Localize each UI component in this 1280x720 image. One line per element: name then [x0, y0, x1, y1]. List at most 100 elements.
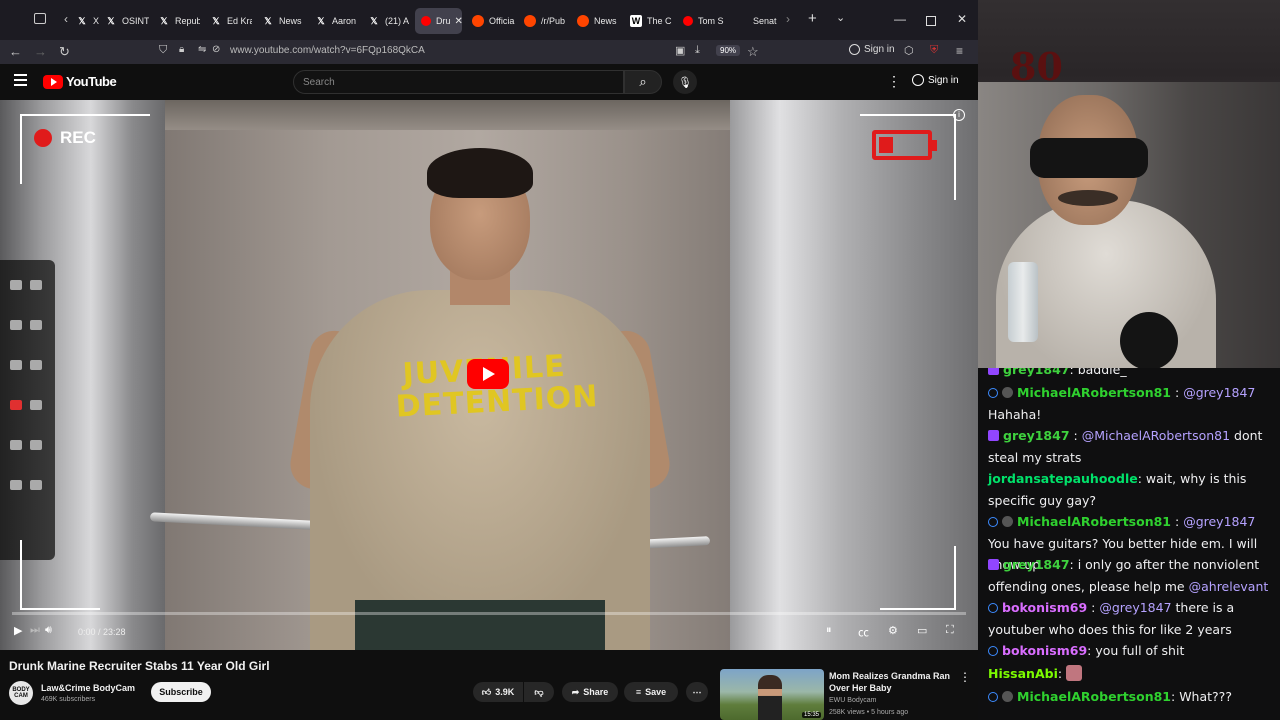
- channel-avatar[interactable]: BODY CAM: [9, 681, 33, 705]
- video-progress-bar[interactable]: [12, 612, 966, 615]
- wikipedia-icon: W: [630, 15, 642, 27]
- tab-manager-icon[interactable]: [34, 13, 46, 24]
- guide-menu-icon[interactable]: [14, 74, 27, 86]
- battery-low-icon: [872, 130, 937, 160]
- subscriber-badge-icon: [988, 430, 999, 441]
- recommended-kebab-icon[interactable]: ⋮: [959, 670, 971, 684]
- browser-tab[interactable]: 𝕏X: [76, 8, 99, 34]
- next-icon[interactable]: ⏭: [30, 624, 40, 637]
- chat-message: grey1847 : @MichaelARobertson81 dont ste…: [988, 428, 1263, 465]
- forward-arrow-icon[interactable]: →: [34, 44, 47, 59]
- autoplay-toggle-icon[interactable]: ⏸: [826, 624, 832, 637]
- browser-tab[interactable]: 𝕏 (21) A: [368, 8, 410, 34]
- recommended-meta: 258K views • 5 hours ago: [829, 709, 909, 716]
- theater-mode-icon[interactable]: ▭: [917, 624, 927, 637]
- channel-name[interactable]: Law&Crime BodyCam: [41, 683, 135, 693]
- zoom-level-badge[interactable]: 90%: [716, 45, 741, 56]
- chat-message: jordansatepauhoodle: wait, why is this s…: [988, 471, 1247, 508]
- subscriber-badge-icon: [988, 559, 999, 570]
- browser-tab[interactable]: 𝕏 Repub: [158, 8, 200, 34]
- browser-tab[interactable]: Senat: [736, 8, 778, 34]
- youtube-header: YouTube Search ⌕ 🎙︎ ⋮ Sign in: [0, 64, 978, 100]
- large-play-button[interactable]: [467, 359, 509, 389]
- back-arrow-icon[interactable]: ←: [9, 44, 22, 59]
- bookmark-star-icon[interactable]: ☆: [747, 44, 759, 60]
- browser-tab-bar: ‹ 𝕏X 𝕏 OSINT 𝕏 Repub 𝕏 Ed Kra 𝕏 News 𝕏 Aaron …: [0, 0, 978, 40]
- media-blocked-icon[interactable]: ⊘: [212, 44, 220, 55]
- search-button[interactable]: ⌕: [624, 70, 662, 94]
- youtube-logo[interactable]: YouTube: [43, 74, 117, 89]
- browser-tab[interactable]: 𝕏 OSINT: [105, 8, 149, 34]
- like-button[interactable]: 👍︎ 3.9K: [473, 682, 523, 702]
- fullscreen-icon[interactable]: ⛶: [946, 624, 954, 637]
- extensions-icon[interactable]: ⬡: [904, 44, 914, 57]
- streamer-webcam: 80: [978, 0, 1280, 368]
- tab-list-chevron-icon[interactable]: ⌄: [836, 11, 845, 24]
- minimize-icon[interactable]: —: [894, 12, 906, 26]
- browser-tab[interactable]: 𝕏 News: [262, 8, 304, 34]
- browser-tab[interactable]: /r/Pub: [524, 8, 568, 34]
- permissions-icon[interactable]: ⇋: [198, 44, 206, 55]
- video-time: 0:00 / 23:28: [78, 627, 126, 637]
- download-icon[interactable]: ⤓: [695, 44, 700, 57]
- x-icon: 𝕏: [78, 15, 86, 26]
- x-icon: 𝕏: [370, 15, 378, 26]
- shield-icon[interactable]: ⛉: [159, 44, 167, 57]
- hamburger-menu-icon[interactable]: ≡: [956, 44, 963, 58]
- recommended-thumbnail[interactable]: 15:35: [720, 669, 824, 720]
- settings-gear-icon[interactable]: ⚙: [888, 624, 898, 637]
- browser-tab[interactable]: W The C: [630, 8, 672, 34]
- video-player[interactable]: JUVENILE DETENTION REC i ▶ ⏭ 🔊︎ 0:00 / 2…: [0, 100, 978, 650]
- maximize-icon[interactable]: [926, 16, 936, 26]
- reload-icon[interactable]: ↻: [59, 44, 70, 60]
- scroll-tabs-right-icon[interactable]: ›: [786, 12, 790, 26]
- thumbs-down-icon: 👎︎: [534, 686, 544, 697]
- browser-tab[interactable]: Tom S: [683, 8, 725, 34]
- settings-kebab-icon[interactable]: ⋮: [887, 73, 901, 90]
- recommended-channel[interactable]: EWU Bodycam: [829, 697, 876, 704]
- x-icon: 𝕏: [160, 15, 168, 26]
- browser-tab[interactable]: News: [577, 8, 621, 34]
- chat-message: MichaelARobertson81 : @grey1847 Hahaha!: [988, 385, 1256, 422]
- more-horizontal-icon: ⋯: [692, 686, 702, 697]
- scroll-tabs-left-icon[interactable]: ‹: [64, 12, 68, 26]
- thumbs-up-icon: 👍︎: [481, 686, 492, 697]
- browser-tab[interactable]: 𝕏 Ed Kra: [210, 8, 252, 34]
- browser-tab[interactable]: 𝕏 Aaron: [315, 8, 357, 34]
- reddit-icon: [472, 15, 484, 27]
- live-chat: grey1847: baddie_ MichaelARobertson81 : …: [978, 368, 1280, 720]
- youtube-sign-in-button[interactable]: Sign in: [912, 74, 959, 86]
- user-icon: [988, 646, 998, 656]
- browser-tab-active[interactable]: Dru ✕: [415, 8, 462, 34]
- chat-message: bokonism69 : @grey1847 there is a youtub…: [988, 600, 1235, 637]
- picture-icon[interactable]: ▣: [675, 44, 685, 57]
- page-icon: [736, 15, 748, 27]
- new-tab-icon[interactable]: +: [808, 10, 817, 27]
- volume-icon[interactable]: 🔊︎: [45, 624, 52, 637]
- share-button[interactable]: ➦ Share: [562, 682, 618, 702]
- search-input[interactable]: Search: [293, 70, 624, 94]
- close-tab-icon[interactable]: ✕: [455, 16, 462, 27]
- close-window-icon[interactable]: ✕: [957, 12, 967, 26]
- lock-icon[interactable]: 🔒︎: [179, 44, 184, 55]
- user-icon: [988, 388, 998, 398]
- browser-tab[interactable]: Officia: [472, 8, 516, 34]
- chat-message: grey1847: baddie_: [988, 368, 1278, 381]
- muted-badge-icon: [1002, 691, 1013, 702]
- chat-message: MichaelARobertson81: What???: [988, 686, 1278, 708]
- voice-search-button[interactable]: 🎙︎: [673, 70, 697, 94]
- subtitles-icon[interactable]: ㏄: [858, 624, 869, 640]
- info-icon[interactable]: i: [953, 109, 965, 121]
- more-actions-button[interactable]: ⋯: [686, 682, 708, 702]
- save-button[interactable]: ≡ Save: [624, 682, 678, 702]
- dislike-button[interactable]: 👎︎: [524, 682, 554, 702]
- elevator-button-panel: [0, 260, 55, 560]
- play-icon[interactable]: ▶: [14, 624, 22, 637]
- subscribe-button[interactable]: Subscribe: [151, 682, 211, 702]
- viewfinder-corner: [20, 540, 100, 610]
- recommended-title[interactable]: Mom Realizes Grandma Ran Over Her Baby: [829, 670, 954, 694]
- url-field[interactable]: www.youtube.com/watch?v=6FQp168QkCA: [230, 45, 425, 56]
- youtube-icon: [421, 16, 431, 26]
- account-sign-in-button[interactable]: Sign in: [849, 44, 895, 55]
- ublock-icon[interactable]: ⛨: [930, 44, 938, 57]
